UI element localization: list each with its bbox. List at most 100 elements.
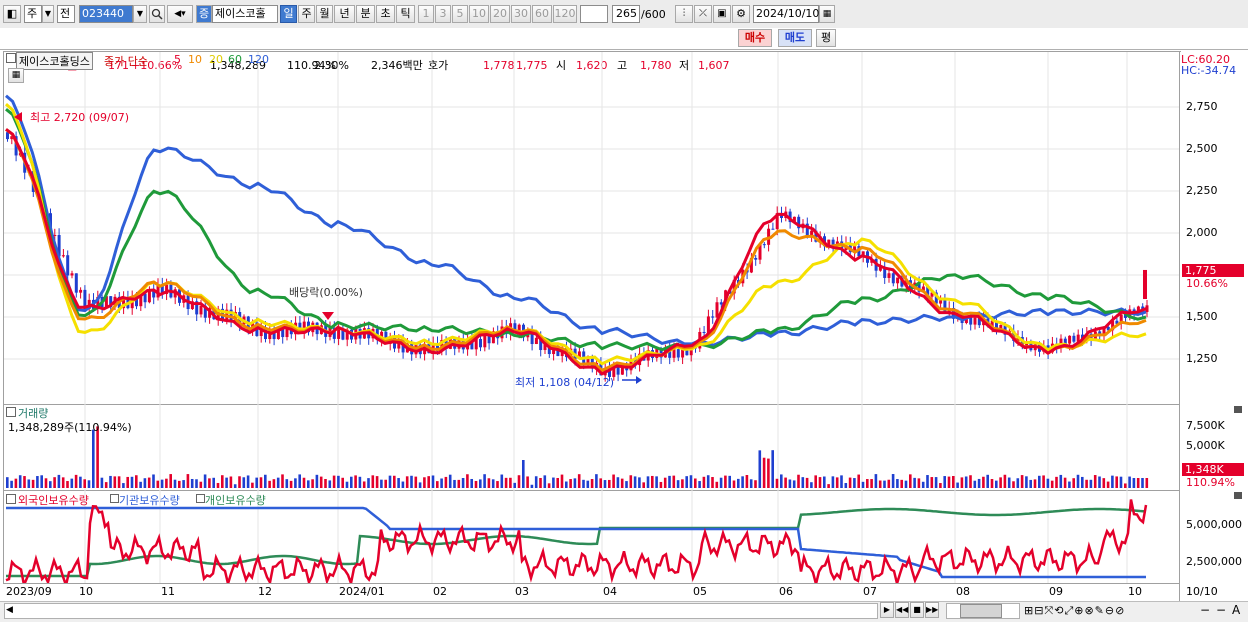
- volume-bar: [294, 478, 297, 488]
- view-tool-icons[interactable]: ⊞⊟⤧⟲⤢⊕⊗✎⊖⊘: [1024, 604, 1125, 618]
- volume-bar: [182, 480, 185, 488]
- ma20-legend[interactable]: 20: [209, 53, 223, 66]
- volume-bar: [500, 474, 504, 488]
- volume-collapse-icon[interactable]: [6, 407, 16, 417]
- ma5-legend[interactable]: 5: [174, 53, 181, 66]
- volume-bar: [737, 478, 740, 488]
- stop-icon[interactable]: ■: [910, 602, 924, 618]
- volume-bar: [401, 481, 405, 488]
- forward-icon[interactable]: ▶▶: [925, 602, 939, 618]
- candle: [762, 244, 766, 246]
- volume-bar: [715, 481, 719, 488]
- volume-bar: [27, 479, 31, 488]
- candle: [483, 335, 487, 348]
- volume-bar: [74, 474, 78, 488]
- volume-bar: [10, 480, 13, 488]
- volume-bar: [956, 482, 959, 488]
- volume-bar: [496, 481, 499, 488]
- volume-panel-close-icon[interactable]: [1234, 406, 1242, 413]
- volume-bar: [633, 476, 637, 488]
- holdings-panel-close-icon[interactable]: [1234, 492, 1242, 499]
- volume-bar: [788, 479, 792, 488]
- volume-bar: [1128, 476, 1131, 488]
- ma10-legend[interactable]: 10: [188, 53, 202, 66]
- x-label: 10: [1128, 585, 1142, 598]
- volume-bar: [749, 479, 753, 488]
- ma60-legend[interactable]: 60: [228, 53, 242, 66]
- volume-bar: [139, 481, 142, 488]
- individual-holdings-legend[interactable]: 개인보유수량: [205, 492, 266, 508]
- candle: [891, 273, 895, 284]
- volume-bar: [775, 478, 779, 488]
- volume-bar: [909, 474, 912, 488]
- volume-bar: [1098, 476, 1101, 488]
- volume-bar: [393, 475, 396, 488]
- volume-bar: [1059, 474, 1063, 488]
- volume-bar: [547, 483, 551, 488]
- volume-bar: [891, 474, 895, 488]
- volume-bar: [1063, 477, 1067, 488]
- scrollbar-track[interactable]: [4, 603, 878, 619]
- volume-bar: [702, 476, 706, 488]
- volume-bar: [913, 477, 916, 488]
- volume-bar: [431, 475, 435, 488]
- volume-bar: [354, 475, 357, 488]
- x-label: 03: [515, 585, 529, 598]
- font-size-icon[interactable]: A: [1232, 603, 1240, 617]
- candle: [66, 255, 70, 276]
- stock-title[interactable]: 제이스코홀딩스: [16, 52, 93, 70]
- volume-bar: [943, 476, 946, 488]
- candle: [771, 228, 775, 230]
- volume-bar: [995, 480, 998, 488]
- volume-bar: [1132, 478, 1136, 488]
- volume-bar: [969, 475, 972, 488]
- volume-bar: [921, 481, 925, 488]
- volume-bar: [487, 478, 491, 488]
- volume-bar: [178, 480, 181, 488]
- volume-bar: [92, 429, 95, 488]
- volume-current: 1,348,289주(110.94%): [8, 421, 132, 434]
- volume-bar: [418, 482, 422, 488]
- panel-collapse-icon[interactable]: [6, 53, 16, 63]
- volume-bar: [698, 481, 701, 488]
- candle: [70, 273, 74, 276]
- play-icon[interactable]: ▶: [880, 602, 894, 618]
- volume-bar: [706, 475, 710, 488]
- volume-bar: [599, 478, 602, 488]
- volume-bar: [298, 474, 301, 488]
- volume-bar: [436, 481, 439, 488]
- volume-bar: [904, 480, 908, 488]
- volume-bar: [681, 479, 684, 488]
- volume-bar: [1102, 478, 1106, 488]
- volume-bar: [513, 482, 516, 488]
- ma-legend-label[interactable]: 종가 단순: [104, 53, 148, 69]
- volume-bar: [792, 480, 796, 488]
- volume-bar: [337, 475, 340, 488]
- volume-bar: [83, 479, 86, 488]
- legend-box-icon: [110, 494, 119, 503]
- rewind-icon[interactable]: ◀◀: [895, 602, 909, 618]
- last-candle: [1143, 269, 1147, 300]
- volume-bar: [818, 477, 822, 488]
- volume-bar: [414, 476, 418, 488]
- volume-bar: [272, 479, 276, 488]
- volume-bar: [629, 475, 633, 488]
- volume-bar: [186, 474, 190, 488]
- foreign-holdings-legend[interactable]: 외국인보유수량: [18, 492, 89, 508]
- stock-chart[interactable]: [0, 0, 1248, 621]
- scroll-left-icon[interactable]: ◀: [6, 605, 13, 615]
- x-label: 09: [1049, 585, 1063, 598]
- volume-bar: [685, 476, 688, 488]
- volume-bar: [152, 474, 155, 488]
- table-view-icon[interactable]: ▦: [8, 68, 24, 83]
- institution-holdings-legend[interactable]: 기관보유수량: [119, 492, 180, 508]
- volume-bar: [590, 479, 594, 488]
- holdings-collapse-icon[interactable]: [6, 494, 16, 504]
- volume-bar: [1145, 478, 1149, 488]
- zoom-slider-thumb[interactable]: [960, 604, 1002, 618]
- zoom-minus-icon[interactable]: −: [1200, 603, 1210, 617]
- candle: [810, 230, 814, 236]
- ma120-legend[interactable]: 120: [248, 53, 269, 66]
- y-tick: 2,500: [1186, 142, 1218, 155]
- zoom-plus-icon[interactable]: −: [1216, 603, 1226, 617]
